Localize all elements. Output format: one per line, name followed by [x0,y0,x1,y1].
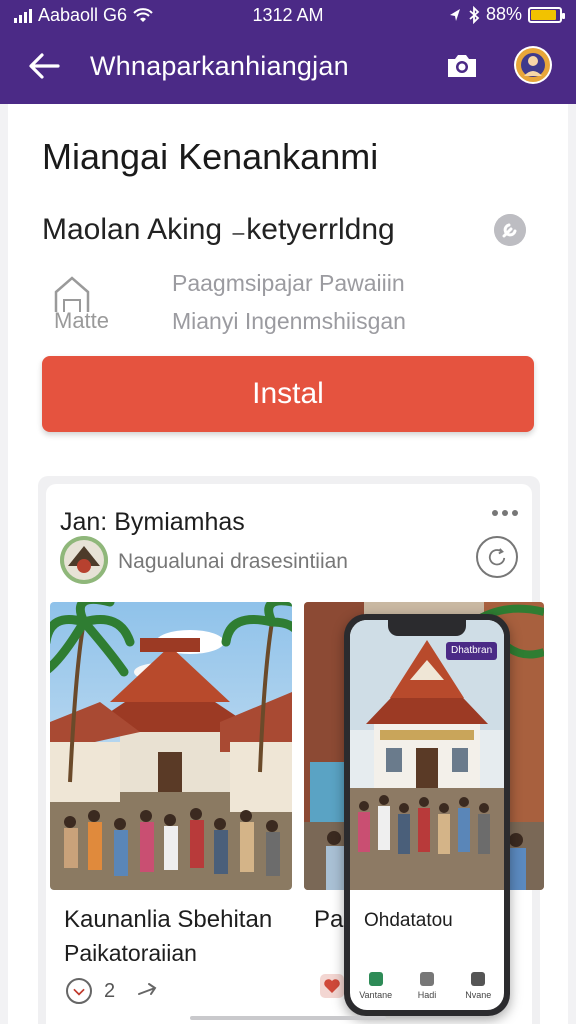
tool-icon[interactable] [494,214,526,246]
bluetooth-icon [469,5,480,24]
share-arrow-icon[interactable] [136,978,160,1002]
like-icon[interactable] [66,978,92,1004]
app-bar-title: Whnaparkanhiangjan [90,51,349,81]
post-author: Jan: Bymiamhas [60,508,245,536]
profile-avatar[interactable] [514,46,552,84]
post-avatar[interactable] [60,536,108,584]
install-button[interactable]: Instal [42,356,534,432]
phone-nav-label: Vantane [359,990,393,1000]
phone-screen: Dhatbran Ohdatatou Vantane Hadi Nvane [350,620,504,1010]
phone-nav-item-home[interactable]: Vantane [352,966,400,1010]
app-category: Mianyi Ingenmshiisgan [172,308,406,334]
post-subtitle: Nagualunai drasesintiian [118,550,348,573]
status-bar: Aabaoll G6 1312 AM 88% [0,0,576,32]
battery-percent: 88% [485,4,522,24]
phone-bottom-nav: Vantane Hadi Nvane [350,966,504,1010]
post-caption-subtitle: Paikatoraiian [64,940,197,966]
temple-image [50,602,292,890]
phone-notch [388,620,466,636]
post-photo-temple-crowd[interactable] [50,602,292,890]
home-icon [368,972,383,986]
refresh-icon[interactable] [476,536,518,578]
profile-icon [471,972,486,986]
home-indicator[interactable] [190,1016,386,1020]
post-caption-title: Kaunanlia Sbehitan [64,906,273,933]
battery-level [531,9,556,20]
phone-nav-item-feed[interactable]: Hadi [403,966,451,1010]
logo-text: Matte [54,308,110,333]
phone-nav-label: Hadi [417,990,437,1000]
back-arrow-icon[interactable] [26,50,62,82]
avatar-image [60,536,108,584]
phone-nav-item-profile[interactable]: Nvane [454,966,502,1010]
more-options-icon[interactable] [492,506,522,520]
phone-caption: Ohdatatou [364,910,453,931]
phone-nav-label: Nvane [465,990,492,1000]
phone-badge: Dhatbran [446,642,498,660]
camera-icon[interactable] [444,50,480,82]
app-title: Miangai Kenankanmi [42,136,379,177]
like-count: 2 [104,980,116,1002]
app-subtitle: Maolan Aking ₋ketyerrldng [42,213,395,246]
app-developer: Paagmsipajar Pawaiiin [172,270,405,296]
feed-icon [419,972,434,986]
avatar-image [516,48,550,82]
app-bar: Whnaparkanhiangjan [0,38,576,94]
phone-mockup: Dhatbran Ohdatatou Vantane Hadi Nvane [344,614,510,1016]
app-logo: Matte [50,274,120,334]
phone-temple-image [350,620,504,890]
status-right: 88% [448,4,565,25]
location-icon [449,8,460,21]
heart-icon[interactable] [320,974,344,998]
battery-icon [528,6,565,23]
